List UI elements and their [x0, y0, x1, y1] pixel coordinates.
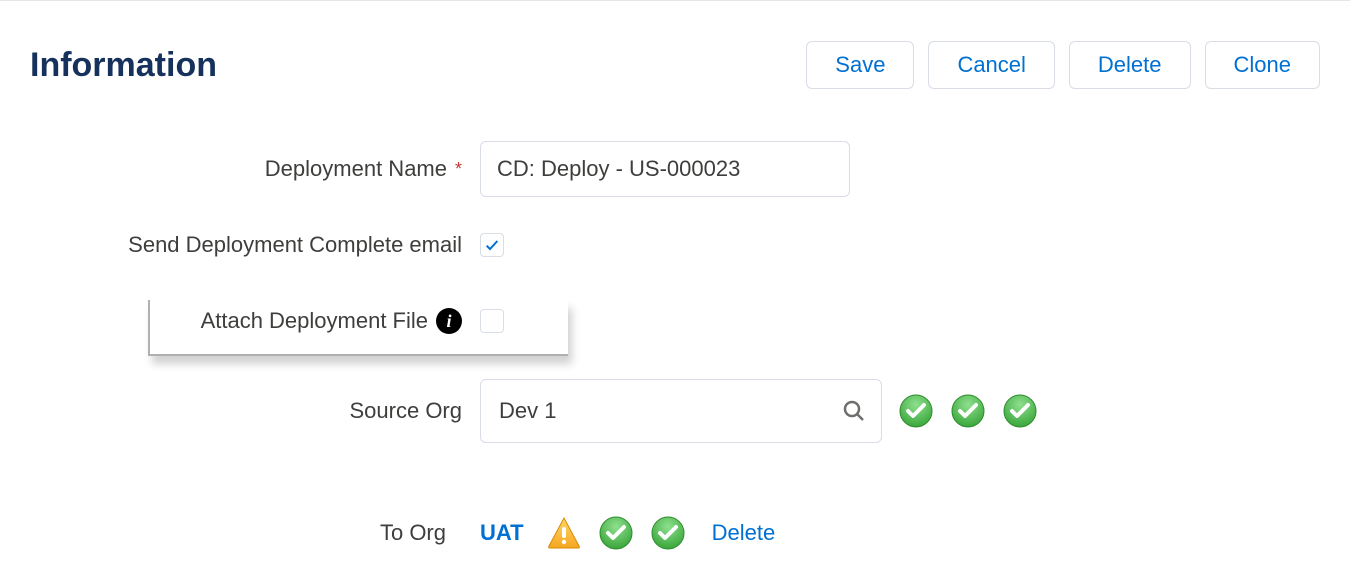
save-button[interactable]: Save: [806, 41, 914, 89]
status-ok-icon[interactable]: [1002, 393, 1038, 429]
to-org-delete-link[interactable]: Delete: [712, 520, 776, 546]
status-ok-icon[interactable]: [898, 393, 934, 429]
to-org-link[interactable]: UAT: [480, 520, 524, 546]
attach-file-label: Attach Deployment File: [201, 308, 428, 334]
send-email-checkbox[interactable]: [480, 233, 504, 257]
action-button-bar: Save Cancel Delete Clone: [806, 41, 1320, 89]
source-org-lookup-input[interactable]: [480, 379, 882, 443]
section-title: Information: [30, 46, 217, 85]
deployment-name-input[interactable]: [480, 141, 850, 197]
status-ok-icon[interactable]: [950, 393, 986, 429]
status-ok-icon[interactable]: [598, 515, 634, 551]
source-org-label: Source Org: [350, 398, 463, 424]
cancel-button[interactable]: Cancel: [928, 41, 1054, 89]
deployment-name-label: Deployment Name: [265, 156, 447, 182]
info-icon[interactable]: i: [436, 308, 462, 334]
clone-button[interactable]: Clone: [1205, 41, 1320, 89]
attach-file-checkbox[interactable]: [480, 309, 504, 333]
delete-button[interactable]: Delete: [1069, 41, 1191, 89]
required-indicator-icon: *: [455, 159, 462, 180]
to-org-label: To Org: [380, 520, 446, 546]
status-warning-icon[interactable]: [546, 515, 582, 551]
status-ok-icon[interactable]: [650, 515, 686, 551]
checkmark-icon: [484, 237, 500, 253]
send-email-label: Send Deployment Complete email: [128, 232, 462, 258]
search-icon[interactable]: [842, 399, 866, 423]
